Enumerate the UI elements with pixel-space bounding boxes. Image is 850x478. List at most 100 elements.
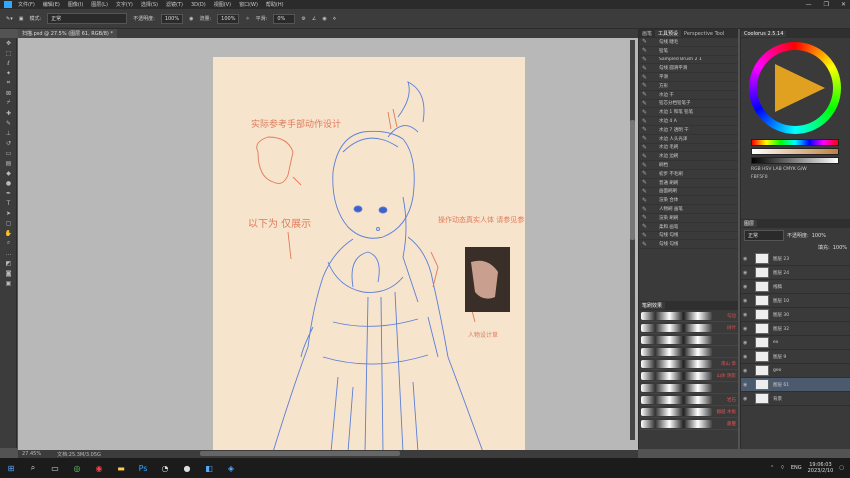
brush-stroke-row[interactable]: 树叶 bbox=[639, 322, 738, 334]
brush-preset-item[interactable]: ✎ 勾线 勾线 bbox=[639, 240, 738, 250]
brush-stroke-row[interactable]: 山体 阴影 bbox=[639, 370, 738, 382]
brush-preset-item[interactable]: ✎ 初步 不毛刷 bbox=[639, 170, 738, 179]
visibility-eye-icon[interactable]: ◉ bbox=[743, 396, 751, 402]
flow-field[interactable]: 100% bbox=[217, 13, 240, 24]
brush-preset-item[interactable]: ✎ 柔和 画笔 bbox=[639, 223, 738, 232]
color-triangle-icon[interactable] bbox=[757, 50, 833, 126]
menu-select[interactable]: 选择(S) bbox=[141, 1, 158, 8]
smoothing-gear-icon[interactable]: ⚙ bbox=[301, 16, 305, 22]
layer-row[interactable]: ◉ geo bbox=[741, 364, 850, 378]
quick-mask-icon[interactable]: ◙ bbox=[0, 268, 17, 278]
canvas-vertical-scrollbar[interactable] bbox=[630, 40, 635, 440]
brush-stroke-row[interactable] bbox=[639, 346, 738, 358]
hue-slider[interactable] bbox=[751, 139, 839, 146]
menu-window[interactable]: 窗口(W) bbox=[239, 1, 258, 8]
close-icon[interactable]: ✕ bbox=[841, 1, 846, 8]
brush-preset-item[interactable]: ✎ 勾线 圆滑平滑 bbox=[639, 64, 738, 74]
symmetry-icon[interactable]: ⟡ bbox=[333, 16, 336, 22]
menu-image[interactable]: 图像(I) bbox=[68, 1, 83, 8]
brush-stroke-row[interactable] bbox=[639, 382, 738, 394]
lasso-tool-icon[interactable]: ℓ bbox=[0, 58, 17, 68]
angle-icon[interactable]: ∠ bbox=[312, 16, 316, 22]
layer-row[interactable]: ◉ 图层 10 bbox=[741, 294, 850, 308]
brush-stroke-row[interactable]: 藤蔓 bbox=[639, 418, 738, 430]
visibility-eye-icon[interactable]: ◉ bbox=[743, 354, 751, 360]
layer-row[interactable]: ◉ 图层 24 bbox=[741, 266, 850, 280]
menu-layer[interactable]: 图层(L) bbox=[91, 1, 108, 8]
brush-stroke-row[interactable]: 翻越 木板 bbox=[639, 406, 738, 418]
task-view-icon[interactable]: ▭ bbox=[47, 461, 63, 475]
brush-stroke-row[interactable]: 南山 草 bbox=[639, 358, 738, 370]
tab-tool-presets[interactable]: 工具预设 bbox=[655, 30, 682, 37]
menu-view[interactable]: 视图(V) bbox=[214, 1, 231, 8]
tab-layers[interactable]: 图层 bbox=[741, 220, 758, 227]
visibility-eye-icon[interactable]: ◉ bbox=[743, 298, 751, 304]
hand-tool-icon[interactable]: ✋ bbox=[0, 228, 17, 238]
brush-preset-item[interactable]: ✎ 人物刷 画笔 bbox=[639, 205, 738, 214]
gradient-tool-icon[interactable]: ▤ bbox=[0, 158, 17, 168]
brush-preset-item[interactable]: ✎ Sampled Brush 2 1 bbox=[639, 56, 738, 65]
layer-blend-mode[interactable]: 正常 bbox=[744, 230, 784, 241]
pressure-opacity-icon[interactable]: ◉ bbox=[189, 16, 193, 22]
scrollbar-thumb[interactable] bbox=[630, 120, 635, 240]
color-hex-value[interactable]: FBF5F0 bbox=[751, 175, 839, 180]
visibility-eye-icon[interactable]: ◉ bbox=[743, 284, 751, 290]
search-icon[interactable]: ⌕ bbox=[25, 461, 41, 475]
brightness-slider[interactable] bbox=[751, 157, 839, 164]
chrome-icon[interactable]: ◉ bbox=[91, 461, 107, 475]
brush-preset-item[interactable]: ✎ 水边 边刷 bbox=[639, 152, 738, 162]
app-icon-4[interactable]: ◈ bbox=[223, 461, 239, 475]
app-icon-1[interactable]: ◔ bbox=[157, 461, 173, 475]
brush-preset-item[interactable]: ✎ 水边 1 和笔 铅笔 bbox=[639, 108, 738, 118]
canvas-area[interactable]: 实际参考手部动作设计 以下为 仅展示 操作动态真实人体 请参见参考图 人物设计草 bbox=[18, 38, 638, 450]
language-indicator[interactable]: ENG bbox=[791, 465, 802, 471]
brush-preset-item[interactable]: ✎ 渲染 刷刷 bbox=[639, 214, 738, 223]
clock[interactable]: 19:06:03 2023/2/10 bbox=[808, 462, 834, 474]
tab-perspective-tool[interactable]: Perspective Tool bbox=[681, 31, 727, 37]
wechat-icon[interactable]: ◎ bbox=[69, 461, 85, 475]
visibility-eye-icon[interactable]: ◉ bbox=[743, 340, 751, 346]
move-tool-icon[interactable]: ✥ bbox=[0, 38, 17, 48]
eraser-icon[interactable]: ▭ bbox=[0, 148, 17, 158]
brush-preset-item[interactable]: ✎ 铅芯分档铅笔子 bbox=[639, 100, 738, 109]
eyedropper-icon[interactable]: ⌿ bbox=[0, 98, 17, 108]
mode-dropdown[interactable]: 正常 bbox=[47, 13, 128, 24]
history-brush-icon[interactable]: ↺ bbox=[0, 138, 17, 148]
screen-mode-icon[interactable]: ▣ bbox=[0, 278, 17, 288]
brush-preset-item[interactable]: ✎ 勾线 勾线 bbox=[639, 232, 738, 241]
brush-stroke-row[interactable] bbox=[639, 334, 738, 346]
visibility-eye-icon[interactable]: ◉ bbox=[743, 270, 751, 276]
brush-stroke-row[interactable]: 岩石 bbox=[639, 394, 738, 406]
brush-preset-item[interactable]: ✎ 刷档 bbox=[639, 161, 738, 170]
brush-preset-item[interactable]: ✎ 渲染 合体 bbox=[639, 196, 738, 206]
brush-preset-item[interactable]: ✎ 水边 人头光泽 bbox=[639, 135, 738, 144]
menu-edit[interactable]: 编辑(E) bbox=[43, 1, 60, 8]
menu-filter[interactable]: 滤镜(T) bbox=[166, 1, 183, 8]
app-icon-2[interactable]: ● bbox=[179, 461, 195, 475]
document-tab[interactable]: 扫描.psd @ 27.5% (图层 61, RGB/8) * bbox=[18, 29, 117, 38]
tab-brushes[interactable]: 画笔 bbox=[639, 30, 655, 37]
layer-row[interactable]: ◉ ex bbox=[741, 336, 850, 350]
visibility-eye-icon[interactable]: ◉ bbox=[743, 368, 751, 374]
brush-preset-item[interactable]: ✎ 铅笔 bbox=[639, 47, 738, 56]
more-tools-icon[interactable]: … bbox=[0, 248, 17, 258]
airbrush-icon[interactable]: ✧ bbox=[245, 16, 249, 22]
layer-opacity-value[interactable]: 100% bbox=[812, 233, 826, 239]
smooth-field[interactable]: 0% bbox=[273, 13, 296, 24]
layer-row[interactable]: ◉ 图层 61 bbox=[741, 378, 850, 392]
menu-help[interactable]: 帮助(H) bbox=[266, 1, 284, 8]
path-select-icon[interactable]: ➤ bbox=[0, 208, 17, 218]
menu-type[interactable]: 文字(Y) bbox=[116, 1, 133, 8]
layer-row[interactable]: ◉ 背景 bbox=[741, 392, 850, 406]
zoom-level[interactable]: 27.45% bbox=[22, 451, 41, 457]
layer-row[interactable]: ◉ 图层 9 bbox=[741, 350, 850, 364]
pressure-size-icon[interactable]: ◉ bbox=[322, 16, 326, 22]
color-swatch-icon[interactable]: ◩ bbox=[0, 258, 17, 268]
brush-preset-item[interactable]: ✎ 水边 毛刷 bbox=[639, 144, 738, 153]
magic-wand-icon[interactable]: ✦ bbox=[0, 68, 17, 78]
layer-fill-value[interactable]: 100% bbox=[833, 245, 847, 251]
frame-tool-icon[interactable]: ⊠ bbox=[0, 88, 17, 98]
menu-file[interactable]: 文件(F) bbox=[18, 1, 35, 8]
visibility-eye-icon[interactable]: ◉ bbox=[743, 326, 751, 332]
notification-icon[interactable]: ▢ bbox=[839, 465, 844, 471]
